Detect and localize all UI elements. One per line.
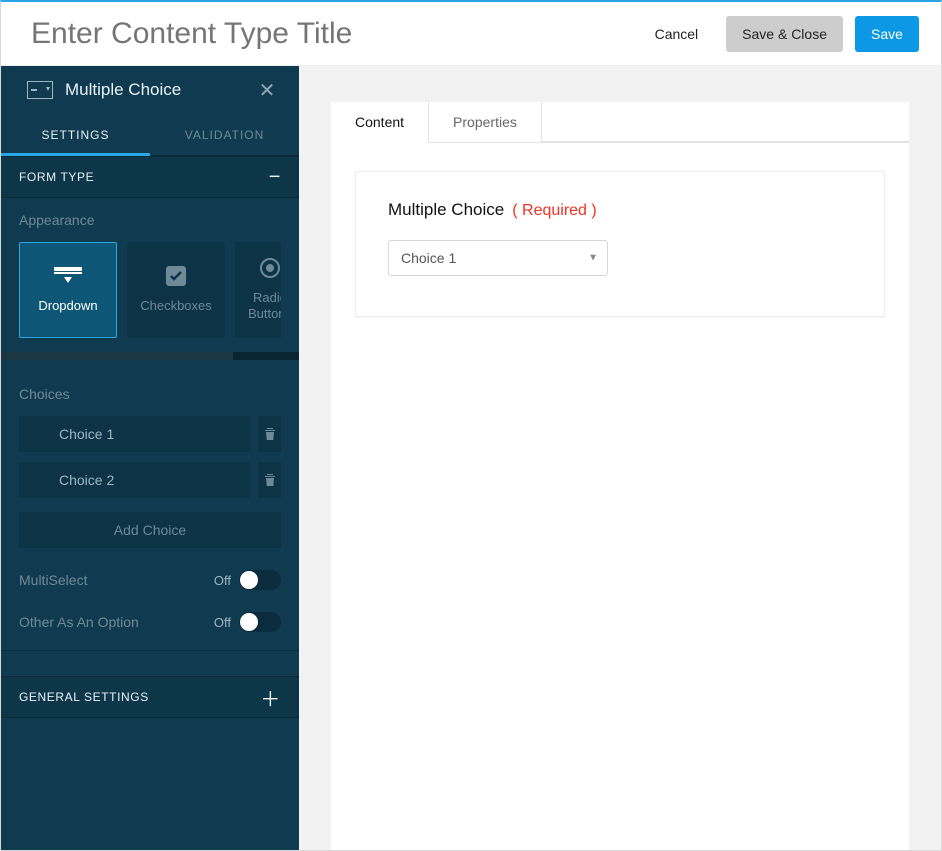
preview-card: Multiple Choice ( Required ) Choice 1 ▼	[355, 171, 885, 317]
cancel-button[interactable]: Cancel	[639, 16, 715, 52]
title-input[interactable]	[31, 17, 639, 51]
preview-tabs: Content Properties	[331, 102, 909, 143]
header: Cancel Save & Close Save	[1, 2, 941, 66]
tab-settings[interactable]: SETTINGS	[1, 114, 150, 155]
preview-area: Multiple Choice ( Required ) Choice 1 ▼	[331, 143, 909, 850]
sidebar-title: Multiple Choice	[65, 80, 255, 100]
preview-dropdown[interactable]: Choice 1	[388, 240, 608, 276]
delete-choice-button[interactable]	[258, 462, 281, 498]
checkbox-icon	[162, 266, 190, 286]
section-general-settings[interactable]: GENERAL SETTINGS ＋	[1, 676, 299, 718]
save-button[interactable]: Save	[855, 16, 919, 52]
header-actions: Cancel Save & Close Save	[639, 16, 919, 52]
form-type-body: Appearance Dropdown Checkboxes	[1, 198, 299, 650]
tab-content[interactable]: Content	[331, 102, 429, 143]
other-option-toggle[interactable]	[239, 612, 281, 632]
appearance-label: Appearance	[19, 212, 281, 228]
multiselect-label: MultiSelect	[19, 572, 87, 588]
sidebar-tabs: SETTINGS VALIDATION	[1, 114, 299, 156]
appearance-dropdown[interactable]: Dropdown	[19, 242, 117, 338]
close-icon[interactable]: ✕	[255, 78, 279, 103]
appearance-options: Dropdown Checkboxes Radio Buttons	[19, 242, 281, 338]
field-title-text: Multiple Choice	[388, 200, 504, 220]
tab-validation[interactable]: VALIDATION	[150, 114, 299, 155]
choice-row	[19, 462, 281, 498]
appearance-dropdown-label: Dropdown	[38, 298, 97, 314]
other-option-label: Other As An Option	[19, 614, 139, 630]
dropdown-icon	[54, 266, 82, 286]
other-option-row: Other As An Option Off	[19, 612, 281, 632]
delete-choice-button[interactable]	[258, 416, 281, 452]
appearance-checkboxes-label: Checkboxes	[140, 298, 212, 314]
sidebar-panel: Multiple Choice ✕ SETTINGS VALIDATION FO…	[1, 66, 299, 850]
section-form-type[interactable]: FORM TYPE −	[1, 156, 299, 198]
section-general-settings-label: GENERAL SETTINGS	[19, 690, 260, 704]
choice-row	[19, 416, 281, 452]
section-form-type-label: FORM TYPE	[19, 170, 269, 184]
radio-icon	[256, 258, 281, 278]
choices-label: Choices	[19, 386, 281, 402]
multiple-choice-icon	[27, 81, 53, 99]
appearance-radio[interactable]: Radio Buttons	[235, 242, 281, 338]
multiselect-toggle[interactable]	[239, 570, 281, 590]
appearance-checkboxes[interactable]: Checkboxes	[127, 242, 225, 338]
field-title: Multiple Choice ( Required )	[388, 200, 852, 220]
save-and-close-button[interactable]: Save & Close	[726, 16, 843, 52]
tab-properties[interactable]: Properties	[429, 102, 542, 142]
appearance-radio-label: Radio Buttons	[236, 290, 281, 323]
sidebar-header: Multiple Choice ✕	[1, 66, 299, 114]
main-area: Content Properties Multiple Choice ( Req…	[299, 66, 941, 850]
expand-icon: ＋	[260, 683, 281, 712]
choices-block: Choices	[19, 386, 281, 548]
required-label: ( Required )	[512, 202, 596, 220]
other-option-state: Off	[214, 615, 231, 630]
multiselect-state: Off	[214, 573, 231, 588]
collapse-icon: −	[269, 166, 281, 189]
add-choice-button[interactable]: Add Choice	[19, 512, 281, 548]
multiselect-row: MultiSelect Off	[19, 570, 281, 590]
appearance-scrollbar[interactable]	[1, 352, 299, 360]
choice-input[interactable]	[19, 416, 250, 452]
choice-input[interactable]	[19, 462, 250, 498]
